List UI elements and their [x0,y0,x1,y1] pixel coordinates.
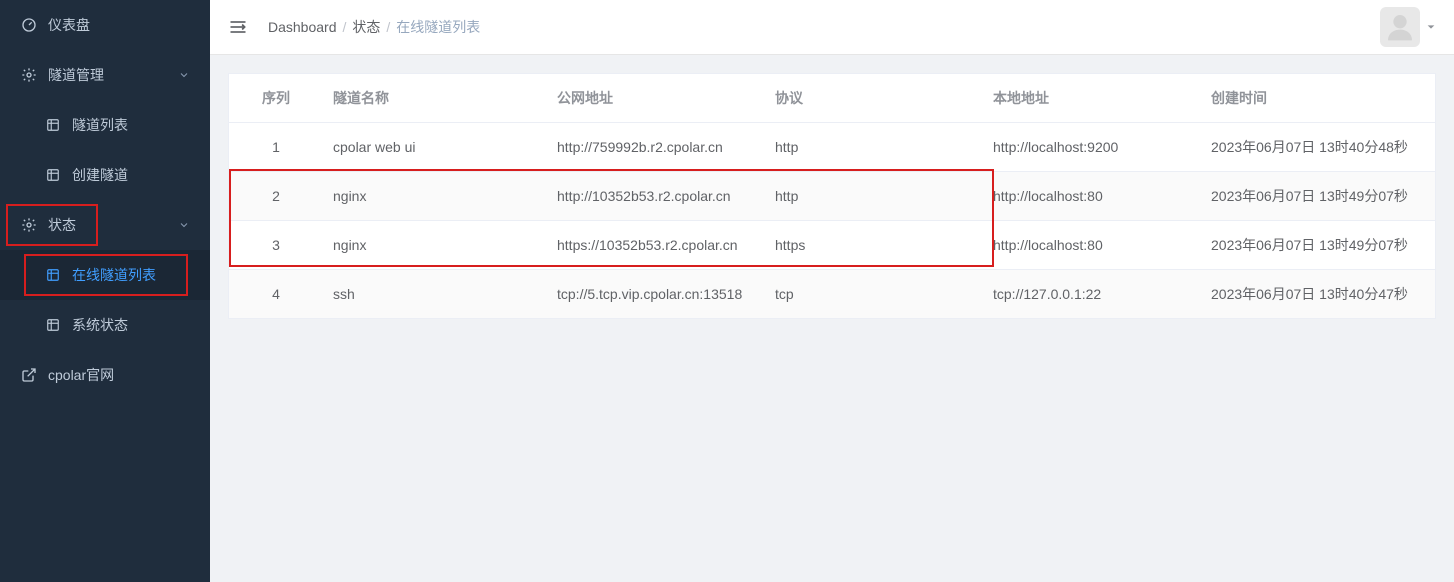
th-public: 公网地址 [547,74,765,123]
breadcrumb-current: 在线隧道列表 [396,17,480,37]
breadcrumb-sep: / [386,19,390,35]
cell-proto: tcp [765,270,983,319]
chevron-down-icon [178,219,190,231]
nav-create-tunnel-label: 创建隧道 [72,165,190,185]
cell-created: 2023年06月07日 13时40分48秒 [1201,123,1435,172]
th-created: 创建时间 [1201,74,1435,123]
list-icon [44,116,62,134]
th-local: 本地地址 [983,74,1201,123]
table-row[interactable]: 1 cpolar web ui http://759992b.r2.cpolar… [229,123,1435,172]
cell-seq: 3 [229,221,323,270]
cell-created: 2023年06月07日 13时40分47秒 [1201,270,1435,319]
user-menu[interactable] [1380,7,1436,47]
breadcrumb-dashboard[interactable]: Dashboard [268,19,337,35]
main: Dashboard / 状态 / 在线隧道列表 序列 隧道名称 公网地址 协议 [210,0,1454,582]
cell-proto: https [765,221,983,270]
cell-public: tcp://5.tcp.vip.cpolar.cn:13518 [547,270,765,319]
cell-name: cpolar web ui [323,123,547,172]
th-seq: 序列 [229,74,323,123]
cell-name: nginx [323,221,547,270]
chevron-down-icon [178,69,190,81]
table-row[interactable]: 4 ssh tcp://5.tcp.vip.cpolar.cn:13518 tc… [229,270,1435,319]
cell-created: 2023年06月07日 13时49分07秒 [1201,172,1435,221]
nav-status[interactable]: 状态 [0,200,210,250]
gear-icon [20,66,38,84]
nav-tunnel-list[interactable]: 隧道列表 [0,100,210,150]
sidebar-toggle-button[interactable] [228,17,248,37]
cell-local: http://localhost:9200 [983,123,1201,172]
th-name: 隧道名称 [323,74,547,123]
nav-online-tunnel-list-label: 在线隧道列表 [72,265,190,285]
list-icon [44,266,62,284]
nav-system-status-label: 系统状态 [72,315,190,335]
dashboard-icon [20,16,38,34]
table-row[interactable]: 2 nginx http://10352b53.r2.cpolar.cn htt… [229,172,1435,221]
topbar: Dashboard / 状态 / 在线隧道列表 [210,0,1454,55]
cell-public: http://10352b53.r2.cpolar.cn [547,172,765,221]
nav-cpolar-site[interactable]: cpolar官网 [0,350,210,400]
cell-name: ssh [323,270,547,319]
tunnel-table: 序列 隧道名称 公网地址 协议 本地地址 创建时间 1 cpolar web u… [228,73,1436,319]
table-row[interactable]: 3 nginx https://10352b53.r2.cpolar.cn ht… [229,221,1435,270]
nav-dashboard-label: 仪表盘 [48,15,190,35]
list-icon [44,166,62,184]
cell-proto: http [765,123,983,172]
cell-local: http://localhost:80 [983,221,1201,270]
breadcrumb-status[interactable]: 状态 [352,17,380,37]
nav-tunnel-mgmt[interactable]: 隧道管理 [0,50,210,100]
cell-public: http://759992b.r2.cpolar.cn [547,123,765,172]
nav-system-status[interactable]: 系统状态 [0,300,210,350]
list-icon [44,316,62,334]
nav-tunnel-mgmt-label: 隧道管理 [48,65,178,85]
nav-tunnel-list-label: 隧道列表 [72,115,190,135]
cell-seq: 1 [229,123,323,172]
cell-public: https://10352b53.r2.cpolar.cn [547,221,765,270]
cell-seq: 2 [229,172,323,221]
cell-local: http://localhost:80 [983,172,1201,221]
table-header-row: 序列 隧道名称 公网地址 协议 本地地址 创建时间 [229,74,1435,123]
avatar [1380,7,1420,47]
cell-created: 2023年06月07日 13时49分07秒 [1201,221,1435,270]
th-proto: 协议 [765,74,983,123]
nav-cpolar-site-label: cpolar官网 [48,365,190,385]
gear-icon [20,216,38,234]
cell-local: tcp://127.0.0.1:22 [983,270,1201,319]
breadcrumb-sep: / [343,19,347,35]
external-link-icon [20,366,38,384]
cell-name: nginx [323,172,547,221]
sidebar: 仪表盘 隧道管理 隧道列表 创建隧道 状态 在线隧道列表 [0,0,210,582]
cell-seq: 4 [229,270,323,319]
cell-proto: http [765,172,983,221]
nav-status-label: 状态 [48,215,178,235]
nav-create-tunnel[interactable]: 创建隧道 [0,150,210,200]
caret-down-icon [1426,22,1436,32]
nav-dashboard[interactable]: 仪表盘 [0,0,210,50]
nav-online-tunnel-list[interactable]: 在线隧道列表 [0,250,210,300]
content: 序列 隧道名称 公网地址 协议 本地地址 创建时间 1 cpolar web u… [210,55,1454,337]
